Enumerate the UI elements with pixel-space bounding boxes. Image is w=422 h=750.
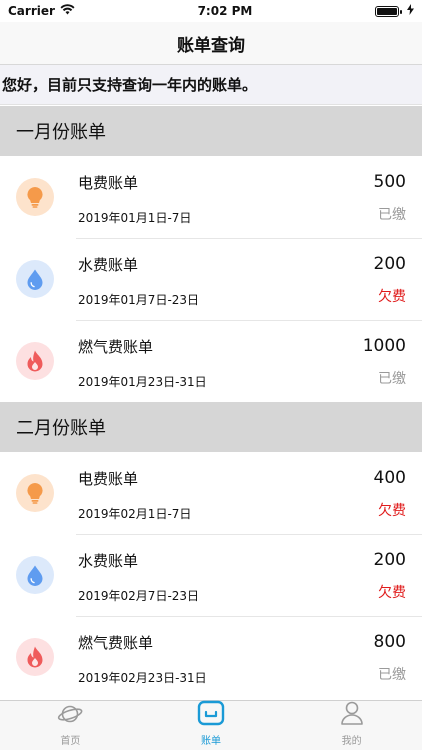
bill-row[interactable]: 燃气费账单 2019年02月23日-31日 800 已缴 — [0, 616, 422, 698]
bill-row[interactable]: 电费账单 2019年01月1日-7日 500 已缴 — [0, 156, 422, 238]
tab-2[interactable]: 我的 — [281, 701, 422, 750]
bill-status: 已缴 — [378, 207, 406, 223]
bill-row[interactable]: 电费账单 2019年02月1日-7日 400 欠费 — [0, 452, 422, 534]
notice-banner: 您好，目前只支持查询一年内的账单。 — [0, 65, 422, 105]
wifi-icon — [60, 4, 75, 18]
bill-amount: 800 — [373, 632, 406, 652]
bill-row[interactable]: 燃气费账单 2019年01月23日-31日 1000 已缴 — [0, 320, 422, 402]
tab-1[interactable]: 账单 — [141, 700, 282, 750]
bill-amount: 400 — [373, 468, 406, 488]
status-bar: Carrier 7:02 PM — [0, 0, 422, 22]
person-icon — [340, 700, 364, 730]
page-title: 账单查询 — [177, 35, 245, 56]
bill-date-range: 2019年02月7日-23日 — [78, 589, 200, 603]
bill-name: 电费账单 — [78, 174, 139, 192]
bill-status: 已缴 — [378, 667, 406, 683]
bill-date-range: 2019年01月23日-31日 — [78, 375, 207, 389]
bill-date-range: 2019年02月1日-7日 — [78, 507, 192, 521]
bill-amount: 200 — [373, 550, 406, 570]
tab-label: 首页 — [60, 736, 81, 747]
flame-icon — [16, 638, 54, 676]
water-drop-icon — [16, 556, 54, 594]
charging-bolt-icon — [407, 4, 414, 18]
bill-name: 燃气费账单 — [78, 634, 154, 652]
section-header: 一月份账单 — [0, 106, 422, 156]
bill-name: 电费账单 — [78, 470, 139, 488]
bill-row[interactable]: 水费账单 2019年01月7日-23日 200 欠费 — [0, 238, 422, 320]
planet-icon — [57, 702, 83, 730]
lightbulb-icon — [16, 474, 54, 512]
bill-status: 欠费 — [378, 585, 406, 601]
bill-date-range: 2019年01月7日-23日 — [78, 293, 200, 307]
bill-name: 水费账单 — [78, 552, 139, 570]
tab-label: 我的 — [341, 736, 362, 747]
carrier-label: Carrier — [8, 4, 55, 18]
bill-amount: 1000 — [362, 336, 406, 356]
clock: 7:02 PM — [197, 4, 253, 18]
bill-date-range: 2019年02月23日-31日 — [78, 671, 207, 685]
tab-0[interactable]: 首页 — [0, 701, 141, 750]
bill-status: 欠费 — [378, 503, 406, 519]
tab-label: 账单 — [201, 736, 221, 747]
bill-amount: 200 — [373, 254, 406, 274]
lightbulb-icon — [16, 178, 54, 216]
bill-date-range: 2019年01月1日-7日 — [78, 211, 192, 225]
navigation-bar: 账单查询 — [0, 22, 422, 65]
tab-bar: 首页 账单 我的 — [0, 700, 422, 750]
bill-row[interactable]: 水费账单 2019年02月7日-23日 200 欠费 — [0, 534, 422, 616]
bill-status: 欠费 — [378, 289, 406, 305]
battery-icon — [375, 5, 402, 17]
flame-icon — [16, 342, 54, 380]
bill-box-icon — [197, 700, 225, 730]
bill-status: 已缴 — [378, 371, 406, 387]
bill-name: 燃气费账单 — [78, 338, 154, 356]
water-drop-icon — [16, 260, 54, 298]
bill-name: 水费账单 — [78, 256, 139, 274]
bill-list[interactable]: 一月份账单 电费账单 2019年01月1日-7日 500 已缴 水费账单 2019年01月7… — [0, 106, 422, 700]
bill-amount: 500 — [373, 172, 406, 192]
section-header: 二月份账单 — [0, 402, 422, 452]
